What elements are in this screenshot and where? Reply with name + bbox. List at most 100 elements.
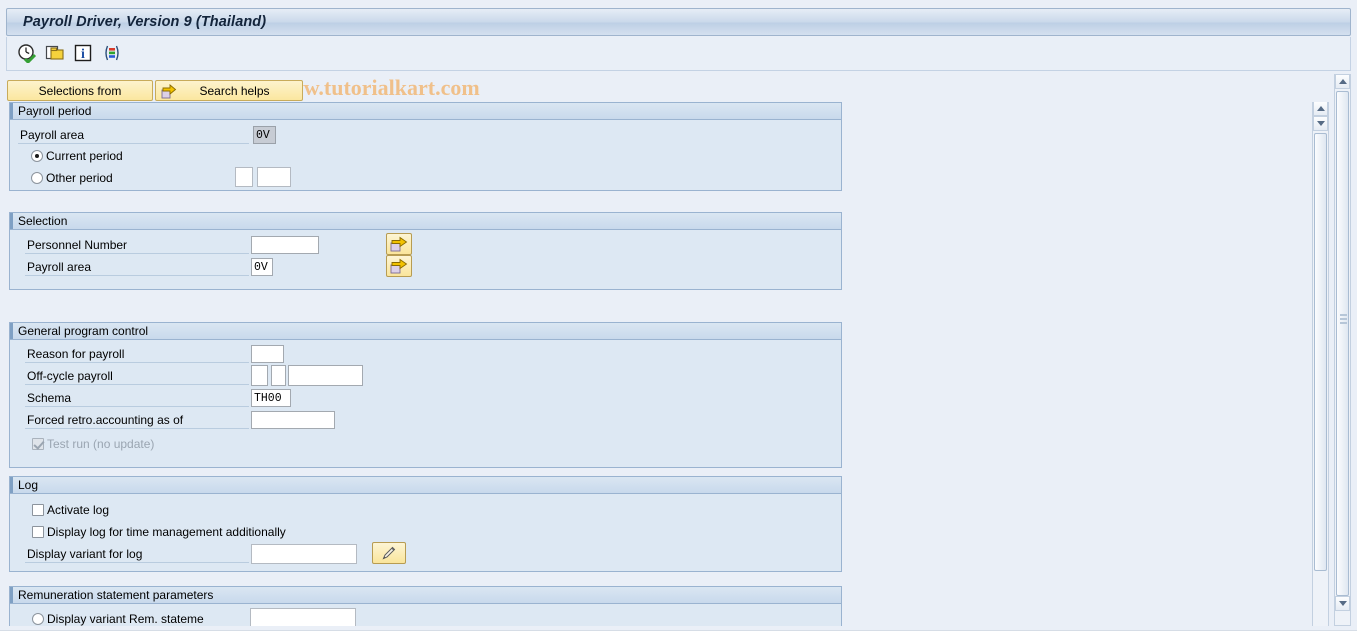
row-display-variant-log: Display variant for log [25, 544, 357, 564]
selection-button-row: Selections from Search helps [7, 80, 303, 101]
display-variant-rem-statement-field[interactable] [250, 608, 356, 626]
outer-scroll-down-button[interactable] [1335, 596, 1350, 611]
group-payroll-period: Payroll period Payroll area Current peri… [9, 102, 842, 191]
selections-from-label: Selections from [38, 83, 122, 98]
row-display-variant-rem-statement[interactable]: Display variant Rem. stateme [32, 610, 204, 626]
group-remuneration-statement-body: Display variant Rem. stateme [10, 604, 841, 626]
inner-scroll-down-button[interactable] [1313, 116, 1328, 131]
group-selection-title: Selection [18, 214, 68, 228]
outer-scrollbar-thumb[interactable] [1336, 91, 1349, 596]
display-variant-rem-statement-label: Display variant Rem. stateme [47, 612, 204, 626]
group-general-program-control-body: Reason for payroll Off-cycle payroll Sch… [10, 340, 841, 467]
svg-text:i: i [81, 47, 85, 62]
group-payroll-period-header: Payroll period [10, 103, 841, 120]
selection-payroll-area-field[interactable] [251, 258, 273, 276]
activate-log-label: Activate log [47, 503, 110, 517]
row-personnel-number: Personnel Number [25, 236, 319, 254]
display-variant-rem-statement-radio[interactable] [32, 613, 44, 625]
inner-vertical-scrollbar[interactable] [1312, 102, 1329, 626]
off-cycle-field-3[interactable] [288, 365, 363, 386]
group-remuneration-statement: Remuneration statement parameters Displa… [9, 586, 842, 626]
outer-vertical-scrollbar[interactable] [1334, 74, 1351, 626]
multiple-selection-arrow-icon [390, 258, 408, 274]
chevron-up-icon [1316, 106, 1325, 111]
selections-from-button[interactable]: Selections from [7, 80, 153, 101]
search-helps-label: Search helps [199, 83, 270, 98]
search-helps-button[interactable]: Search helps [155, 80, 303, 101]
group-log-title: Log [18, 478, 39, 492]
status-bar [0, 630, 1357, 640]
off-cycle-field-2[interactable] [271, 365, 286, 386]
group-general-program-control-title: General program control [18, 324, 149, 338]
copy-document-icon[interactable] [45, 43, 65, 63]
schema-field[interactable] [251, 389, 291, 407]
group-selection-header: Selection [10, 213, 841, 230]
payroll-area-label: Payroll area [18, 126, 249, 144]
row-test-run: Test run (no update) [32, 435, 154, 453]
execute-clock-icon[interactable] [17, 43, 37, 65]
personnel-number-multiple-selection-button[interactable] [386, 233, 412, 255]
application-toolbar: i © www.tutorialkart.com [6, 37, 1351, 100]
off-cycle-payroll-label: Off-cycle payroll [25, 367, 249, 385]
personnel-number-field[interactable] [251, 236, 319, 254]
display-variant-log-edit-button[interactable] [372, 542, 406, 564]
row-off-cycle-payroll: Off-cycle payroll [25, 367, 249, 385]
row-schema: Schema [25, 389, 291, 407]
selection-screen-canvas: Payroll period Payroll area Current peri… [6, 102, 1329, 626]
group-remuneration-statement-header: Remuneration statement parameters [10, 587, 841, 604]
current-period-radio[interactable] [31, 150, 43, 162]
group-selection: Selection Personnel Number Payroll area … [9, 212, 842, 290]
personnel-number-label: Personnel Number [25, 236, 249, 254]
multiple-selection-arrow-icon [390, 236, 408, 252]
group-general-program-control-header: General program control [10, 323, 841, 340]
forced-retro-accounting-field[interactable] [251, 411, 335, 429]
scrollbar-grip-icon [1340, 314, 1347, 324]
search-helps-arrow-icon [161, 83, 177, 99]
other-period-radio[interactable] [31, 172, 43, 184]
inner-scroll-up-button[interactable] [1313, 102, 1328, 116]
group-log-header: Log [10, 477, 841, 494]
payroll-area-field[interactable] [253, 126, 276, 144]
row-payroll-area: Payroll area [18, 126, 276, 144]
forced-retro-accounting-label: Forced retro.accounting as of [25, 411, 249, 429]
display-variant-log-label: Display variant for log [25, 545, 249, 563]
chevron-down-icon [1316, 121, 1325, 126]
row-display-log-time-management[interactable]: Display log for time management addition… [32, 523, 286, 541]
row-other-period[interactable]: Other period [31, 169, 113, 187]
pencil-edit-icon [381, 545, 397, 561]
group-log-body: Activate log Display log for time manage… [10, 494, 841, 571]
off-cycle-field-1[interactable] [251, 365, 268, 386]
display-log-time-management-label: Display log for time management addition… [47, 525, 286, 539]
group-remuneration-statement-title: Remuneration statement parameters [18, 588, 214, 602]
reason-for-payroll-label: Reason for payroll [25, 345, 249, 363]
row-current-period[interactable]: Current period [31, 147, 123, 165]
color-legend-icon[interactable] [101, 43, 121, 63]
payroll-area-multiple-selection-button[interactable] [386, 255, 412, 277]
activate-log-checkbox[interactable] [32, 504, 44, 516]
toolbar-icon-group: i [17, 43, 121, 65]
group-general-program-control: General program control Reason for payro… [9, 322, 842, 468]
row-activate-log[interactable]: Activate log [32, 501, 109, 519]
group-payroll-period-body: Payroll area Current period Other period [10, 120, 841, 190]
row-forced-retro-accounting: Forced retro.accounting as of [25, 411, 335, 429]
page-title: Payroll Driver, Version 9 (Thailand) [23, 14, 267, 30]
reason-for-payroll-field[interactable] [251, 345, 284, 363]
display-variant-log-field[interactable] [251, 544, 357, 564]
display-log-time-management-checkbox[interactable] [32, 526, 44, 538]
test-run-checkbox [32, 438, 44, 450]
sap-application-window: Payroll Driver, Version 9 (Thailand) i ©… [0, 0, 1357, 640]
other-period-field-2[interactable] [257, 167, 291, 187]
other-period-field-1[interactable] [235, 167, 253, 187]
chevron-up-icon [1338, 79, 1347, 84]
info-icon[interactable]: i [73, 43, 93, 63]
group-selection-body: Personnel Number Payroll area [10, 230, 841, 289]
row-selection-payroll-area: Payroll area [25, 258, 273, 276]
current-period-label: Current period [46, 149, 123, 163]
outer-scroll-up-button[interactable] [1335, 74, 1350, 89]
selection-payroll-area-label: Payroll area [25, 258, 249, 276]
other-period-label: Other period [46, 171, 113, 185]
chevron-down-icon [1338, 601, 1347, 606]
test-run-label: Test run (no update) [47, 437, 155, 451]
schema-label: Schema [25, 389, 249, 407]
inner-scrollbar-thumb[interactable] [1314, 133, 1327, 571]
